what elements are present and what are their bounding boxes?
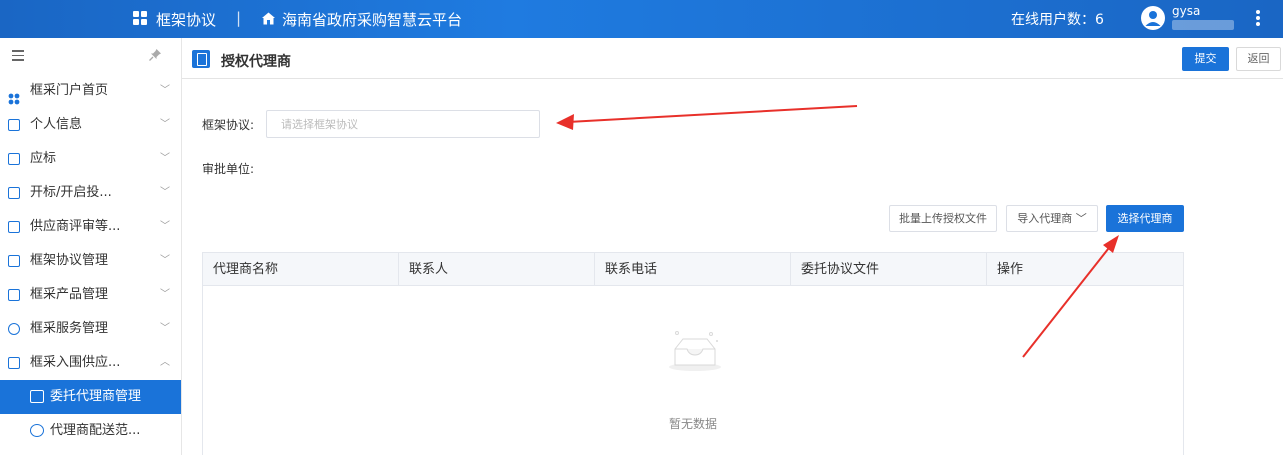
grid-logo-icon [133,11,149,27]
supplier-icon [8,357,20,369]
sidebar-subitem-delivery-scope[interactable]: 代理商配送范... [0,414,181,448]
home-icon[interactable] [261,11,276,26]
column-header-agreement-file: 委托协议文件 [791,253,987,286]
sidebar-item-label: 供应商评审等... [30,219,121,234]
sidebar-item-label: 框采产品管理 [30,287,109,302]
sidebar-subitem-label: 委托代理商管理 [50,389,142,404]
framework-select-input[interactable] [266,110,540,138]
chevron-down-icon: ﹀ [160,323,170,334]
sidebar-item-label: 框采门户首页 [30,83,109,98]
chevron-up-icon: ︿ [160,357,170,368]
hamburger-menu-icon[interactable] [12,50,24,61]
framework-label: 框架协议: [202,118,255,132]
column-header-contact: 联系人 [399,253,595,286]
sidebar-item-framework-management[interactable]: 框架协议管理 ﹀ [0,244,181,278]
chevron-down-icon: ﹀ [160,221,170,232]
username[interactable]: gysa [1172,4,1200,18]
empty-box-icon [669,331,721,371]
avatar[interactable] [1141,6,1165,30]
column-header-actions: 操作 [997,262,1024,277]
top-bar: 框架协议 | 海南省政府采购智慧云平台 在线用户数：6 gysa [0,0,1283,38]
sidebar-item-bidding[interactable]: 应标 ﹀ [0,142,181,176]
chevron-down-icon: ﹀ [160,187,170,198]
platform-title[interactable]: 海南省政府采购智慧云平台 [282,9,462,30]
chevron-down-icon: ﹀ [160,255,170,266]
user-icon [1145,11,1161,26]
monitor-icon [8,221,20,233]
batch-upload-button[interactable]: 批量上传授权文件 [889,205,997,232]
annotation-arrow-to-input [556,105,858,130]
empty-state-text: 暂无数据 [668,417,717,431]
document-icon [8,153,20,165]
sidebar-item-shortlisted-suppliers[interactable]: 框采入围供应... ︿ [0,346,181,380]
sidebar-item-label: 框采入围供应... [30,355,121,370]
grid-icon [8,85,20,105]
delivery-icon [30,424,44,437]
select-agent-button[interactable]: 选择代理商 [1106,205,1184,232]
submit-button[interactable]: 提交 [1182,47,1229,71]
sidebar-item-product-management[interactable]: 框采产品管理 ﹀ [0,278,181,312]
chevron-down-icon: ﹀ [160,85,170,96]
table-header: 代理商名称 联系人 联系电话 委托协议文件 操作 [203,253,1183,286]
sidebar-header [0,38,181,74]
import-agent-dropdown[interactable]: 导入代理商 ﹀ [1006,205,1098,232]
framework-icon [8,255,20,267]
sidebar-item-personal-info[interactable]: 个人信息 ﹀ [0,108,181,142]
sidebar-item-label: 框架协议管理 [30,253,109,268]
username-subtitle-blurred [1172,20,1234,30]
sidebar-item-label: 个人信息 [30,117,83,132]
pin-icon[interactable] [148,48,162,62]
back-button[interactable]: 返回 [1236,47,1281,71]
online-users-count: 在线用户数：6 [1011,12,1104,28]
product-icon [8,289,20,301]
more-vertical-icon[interactable] [1255,8,1261,30]
sidebar-item-label: 应标 [30,151,57,166]
document-icon [192,50,210,68]
sidebar-item-bid-opening[interactable]: 开标/开启投... ﹀ [0,176,181,210]
sidebar-item-supplier-review[interactable]: 供应商评审等... ﹀ [0,210,181,244]
brand-title[interactable]: 框架协议 [156,9,216,30]
chevron-down-icon: ﹀ [160,119,170,130]
sidebar-item-portal-home[interactable]: 框采门户首页 ﹀ [0,74,181,108]
page-title: 授权代理商 [221,54,291,70]
header-divider [182,78,1283,79]
agent-icon [30,390,44,403]
column-header-agent-name: 代理商名称 [203,253,399,286]
sidebar-subitem-agent-management[interactable]: 委托代理商管理 [0,380,181,414]
agent-table: 代理商名称 联系人 联系电话 委托协议文件 操作 暂无数据 [202,252,1184,455]
chevron-down-icon: ﹀ [160,289,170,300]
chevron-down-icon: ﹀ [160,153,170,164]
sidebar: 框采门户首页 ﹀ 个人信息 ﹀ 应标 ﹀ 开标/开启投... ﹀ 供应商评审等.… [0,38,182,455]
sidebar-item-service-management[interactable]: 框采服务管理 ﹀ [0,312,181,346]
sidebar-item-label: 框采服务管理 [30,321,109,336]
column-header-phone: 联系电话 [595,253,791,286]
sidebar-item-label: 开标/开启投... [30,185,112,200]
approval-unit-label: 审批单位: [202,162,255,176]
profile-card-icon [8,119,20,131]
document-search-icon [8,187,20,199]
service-icon [8,323,20,335]
title-separator: | [236,9,242,27]
sidebar-subitem-label: 代理商配送范... [50,423,141,438]
